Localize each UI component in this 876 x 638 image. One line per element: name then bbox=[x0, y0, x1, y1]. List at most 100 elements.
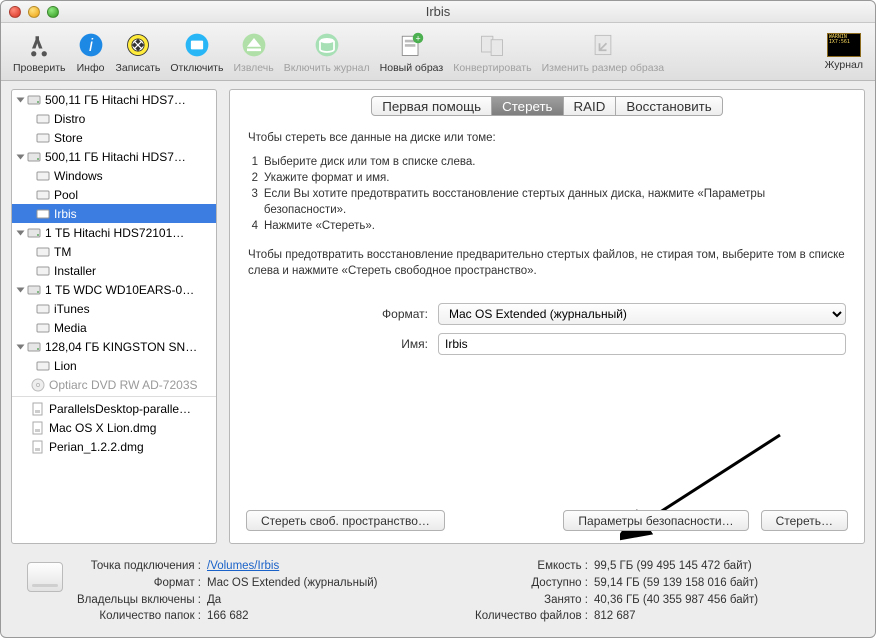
detail-label: Емкость : bbox=[475, 558, 588, 575]
disclosure-triangle-icon[interactable] bbox=[17, 97, 25, 102]
toolbar-label: Проверить bbox=[13, 62, 66, 74]
sidebar-image[interactable]: Perian_1.2.2.dmg bbox=[12, 437, 216, 456]
journal-toolbar-item[interactable]: WARNINIX7:561 Журнал bbox=[825, 33, 863, 71]
drive-icon bbox=[27, 562, 63, 592]
journal-icon: WARNINIX7:561 bbox=[827, 33, 861, 57]
name-label: Имя: bbox=[248, 337, 428, 351]
erase-free-space-button[interactable]: Стереть своб. пространство… bbox=[246, 510, 445, 531]
dmg-icon bbox=[31, 421, 45, 435]
tab-3[interactable]: Восстановить bbox=[616, 96, 722, 116]
details-panel: Точка подключения : Формат : Владельцы в… bbox=[11, 552, 865, 631]
toolbar-label: Журнал bbox=[825, 59, 863, 71]
close-window-button[interactable] bbox=[9, 6, 21, 18]
tab-2[interactable]: RAID bbox=[564, 96, 617, 116]
sidebar-volume[interactable]: iTunes bbox=[12, 299, 216, 318]
erase-button[interactable]: Стереть… bbox=[761, 510, 848, 531]
toolbar-item-unmount[interactable]: Отключить bbox=[170, 30, 223, 74]
detail-value: Mac OS Extended (журнальный) bbox=[207, 575, 378, 592]
burn-icon bbox=[123, 30, 153, 60]
toolbar-label: Инфо bbox=[77, 62, 105, 74]
volume-icon bbox=[36, 302, 50, 316]
volume-icon bbox=[36, 245, 50, 259]
freespace-note: Чтобы предотвратить восстановление предв… bbox=[248, 247, 846, 279]
sidebar-volume[interactable]: Store bbox=[12, 128, 216, 147]
sidebar-label: Distro bbox=[54, 112, 85, 126]
sidebar-volume[interactable]: Pool bbox=[12, 185, 216, 204]
sidebar-disk[interactable]: 128,04 ГБ KINGSTON SN… bbox=[12, 337, 216, 356]
toolbar-item-burn[interactable]: Записать bbox=[116, 30, 161, 74]
tab-1[interactable]: Стереть bbox=[492, 96, 563, 116]
sidebar-disk[interactable]: Optiarc DVD RW AD-7203S bbox=[12, 375, 216, 394]
toolbar-item-info[interactable]: iИнфо bbox=[76, 30, 106, 74]
volume-icon bbox=[36, 169, 50, 183]
main-panel: Первая помощьСтеретьRAIDВосстановить Что… bbox=[229, 89, 865, 544]
instruction-step: 1Выберите диск или том в списке слева. bbox=[248, 154, 846, 170]
verify-icon bbox=[24, 30, 54, 60]
optical-icon bbox=[31, 378, 45, 392]
sidebar-volume[interactable]: Distro bbox=[12, 109, 216, 128]
disclosure-triangle-icon[interactable] bbox=[17, 344, 25, 349]
sidebar-image[interactable]: Mac OS X Lion.dmg bbox=[12, 418, 216, 437]
action-row: Стереть своб. пространство… Параметры бе… bbox=[230, 510, 864, 531]
detail-value: 812 687 bbox=[594, 608, 758, 625]
sidebar-volume[interactable]: Lion bbox=[12, 356, 216, 375]
disclosure-triangle-icon[interactable] bbox=[17, 287, 25, 292]
format-select[interactable]: Mac OS Extended (журнальный) bbox=[438, 303, 846, 325]
dmg-icon bbox=[31, 440, 45, 454]
disclosure-triangle-icon[interactable] bbox=[17, 230, 25, 235]
sidebar-label: Perian_1.2.2.dmg bbox=[49, 440, 144, 454]
toolbar-item-verify[interactable]: Проверить bbox=[13, 30, 66, 74]
sidebar-label: 1 ТБ Hitachi HDS72101… bbox=[45, 226, 184, 240]
detail-value: 166 682 bbox=[207, 608, 378, 625]
volume-icon bbox=[36, 112, 50, 126]
toolbar-item-new-image[interactable]: + Новый образ bbox=[380, 30, 444, 74]
sidebar-volume[interactable]: Irbis bbox=[12, 204, 216, 223]
volume-icon bbox=[36, 207, 50, 221]
toolbar-item-journal-on: Включить журнал bbox=[284, 30, 370, 74]
detail-label: Количество файлов : bbox=[475, 608, 588, 625]
volume-icon bbox=[36, 359, 50, 373]
sidebar-label: Mac OS X Lion.dmg bbox=[49, 421, 156, 435]
erase-form: Формат: Mac OS Extended (журнальный) Имя… bbox=[230, 287, 864, 363]
toolbar-label: Записать bbox=[116, 62, 161, 74]
svg-text:+: + bbox=[416, 33, 421, 43]
sidebar-volume[interactable]: TM bbox=[12, 242, 216, 261]
sidebar-label: TM bbox=[54, 245, 71, 259]
instruction-step: 4Нажмите «Стереть». bbox=[248, 218, 846, 234]
unmount-icon bbox=[182, 30, 212, 60]
sidebar-disk[interactable]: 1 ТБ Hitachi HDS72101… bbox=[12, 223, 216, 242]
disk-icon bbox=[27, 226, 41, 240]
tab-0[interactable]: Первая помощь bbox=[371, 96, 492, 116]
volume-icon bbox=[36, 321, 50, 335]
volume-icon bbox=[36, 264, 50, 278]
mount-point-link[interactable]: /Volumes/Irbis bbox=[207, 560, 279, 572]
sidebar-disk[interactable]: 500,11 ГБ Hitachi HDS7… bbox=[12, 90, 216, 109]
sidebar-volume[interactable]: Windows bbox=[12, 166, 216, 185]
detail-label: Точка подключения : bbox=[77, 558, 201, 575]
disclosure-triangle-icon[interactable] bbox=[17, 154, 25, 159]
detail-label: Занято : bbox=[475, 592, 588, 609]
sidebar-volume[interactable]: Installer bbox=[12, 261, 216, 280]
sidebar-disk[interactable]: 500,11 ГБ Hitachi HDS7… bbox=[12, 147, 216, 166]
disk-sidebar[interactable]: 500,11 ГБ Hitachi HDS7… Distro Store 500,11… bbox=[11, 89, 217, 544]
disk-icon bbox=[27, 150, 41, 164]
sidebar-disk[interactable]: 1 ТБ WDC WD10EARS-0… bbox=[12, 280, 216, 299]
sidebar-volume[interactable]: Media bbox=[12, 318, 216, 337]
detail-value: 59,14 ГБ (59 139 158 016 байт) bbox=[594, 575, 758, 592]
sidebar-label: Pool bbox=[54, 188, 78, 202]
toolbar-label: Новый образ bbox=[380, 62, 444, 74]
toolbar-label: Извлечь bbox=[233, 62, 273, 74]
zoom-window-button[interactable] bbox=[47, 6, 59, 18]
detail-value: 40,36 ГБ (40 355 987 456 байт) bbox=[594, 592, 758, 609]
detail-label: Количество папок : bbox=[77, 608, 201, 625]
detail-label: Владельцы включены : bbox=[77, 592, 201, 609]
name-input[interactable] bbox=[438, 333, 846, 355]
sidebar-label: Store bbox=[54, 131, 83, 145]
minimize-window-button[interactable] bbox=[28, 6, 40, 18]
sidebar-image[interactable]: ParallelsDesktop-paralle… bbox=[12, 399, 216, 418]
titlebar: Irbis bbox=[1, 1, 875, 23]
journal-on-icon bbox=[312, 30, 342, 60]
security-options-button[interactable]: Параметры безопасности… bbox=[563, 510, 748, 531]
sidebar-label: 1 ТБ WDC WD10EARS-0… bbox=[45, 283, 194, 297]
toolbar-label: Включить журнал bbox=[284, 62, 370, 74]
